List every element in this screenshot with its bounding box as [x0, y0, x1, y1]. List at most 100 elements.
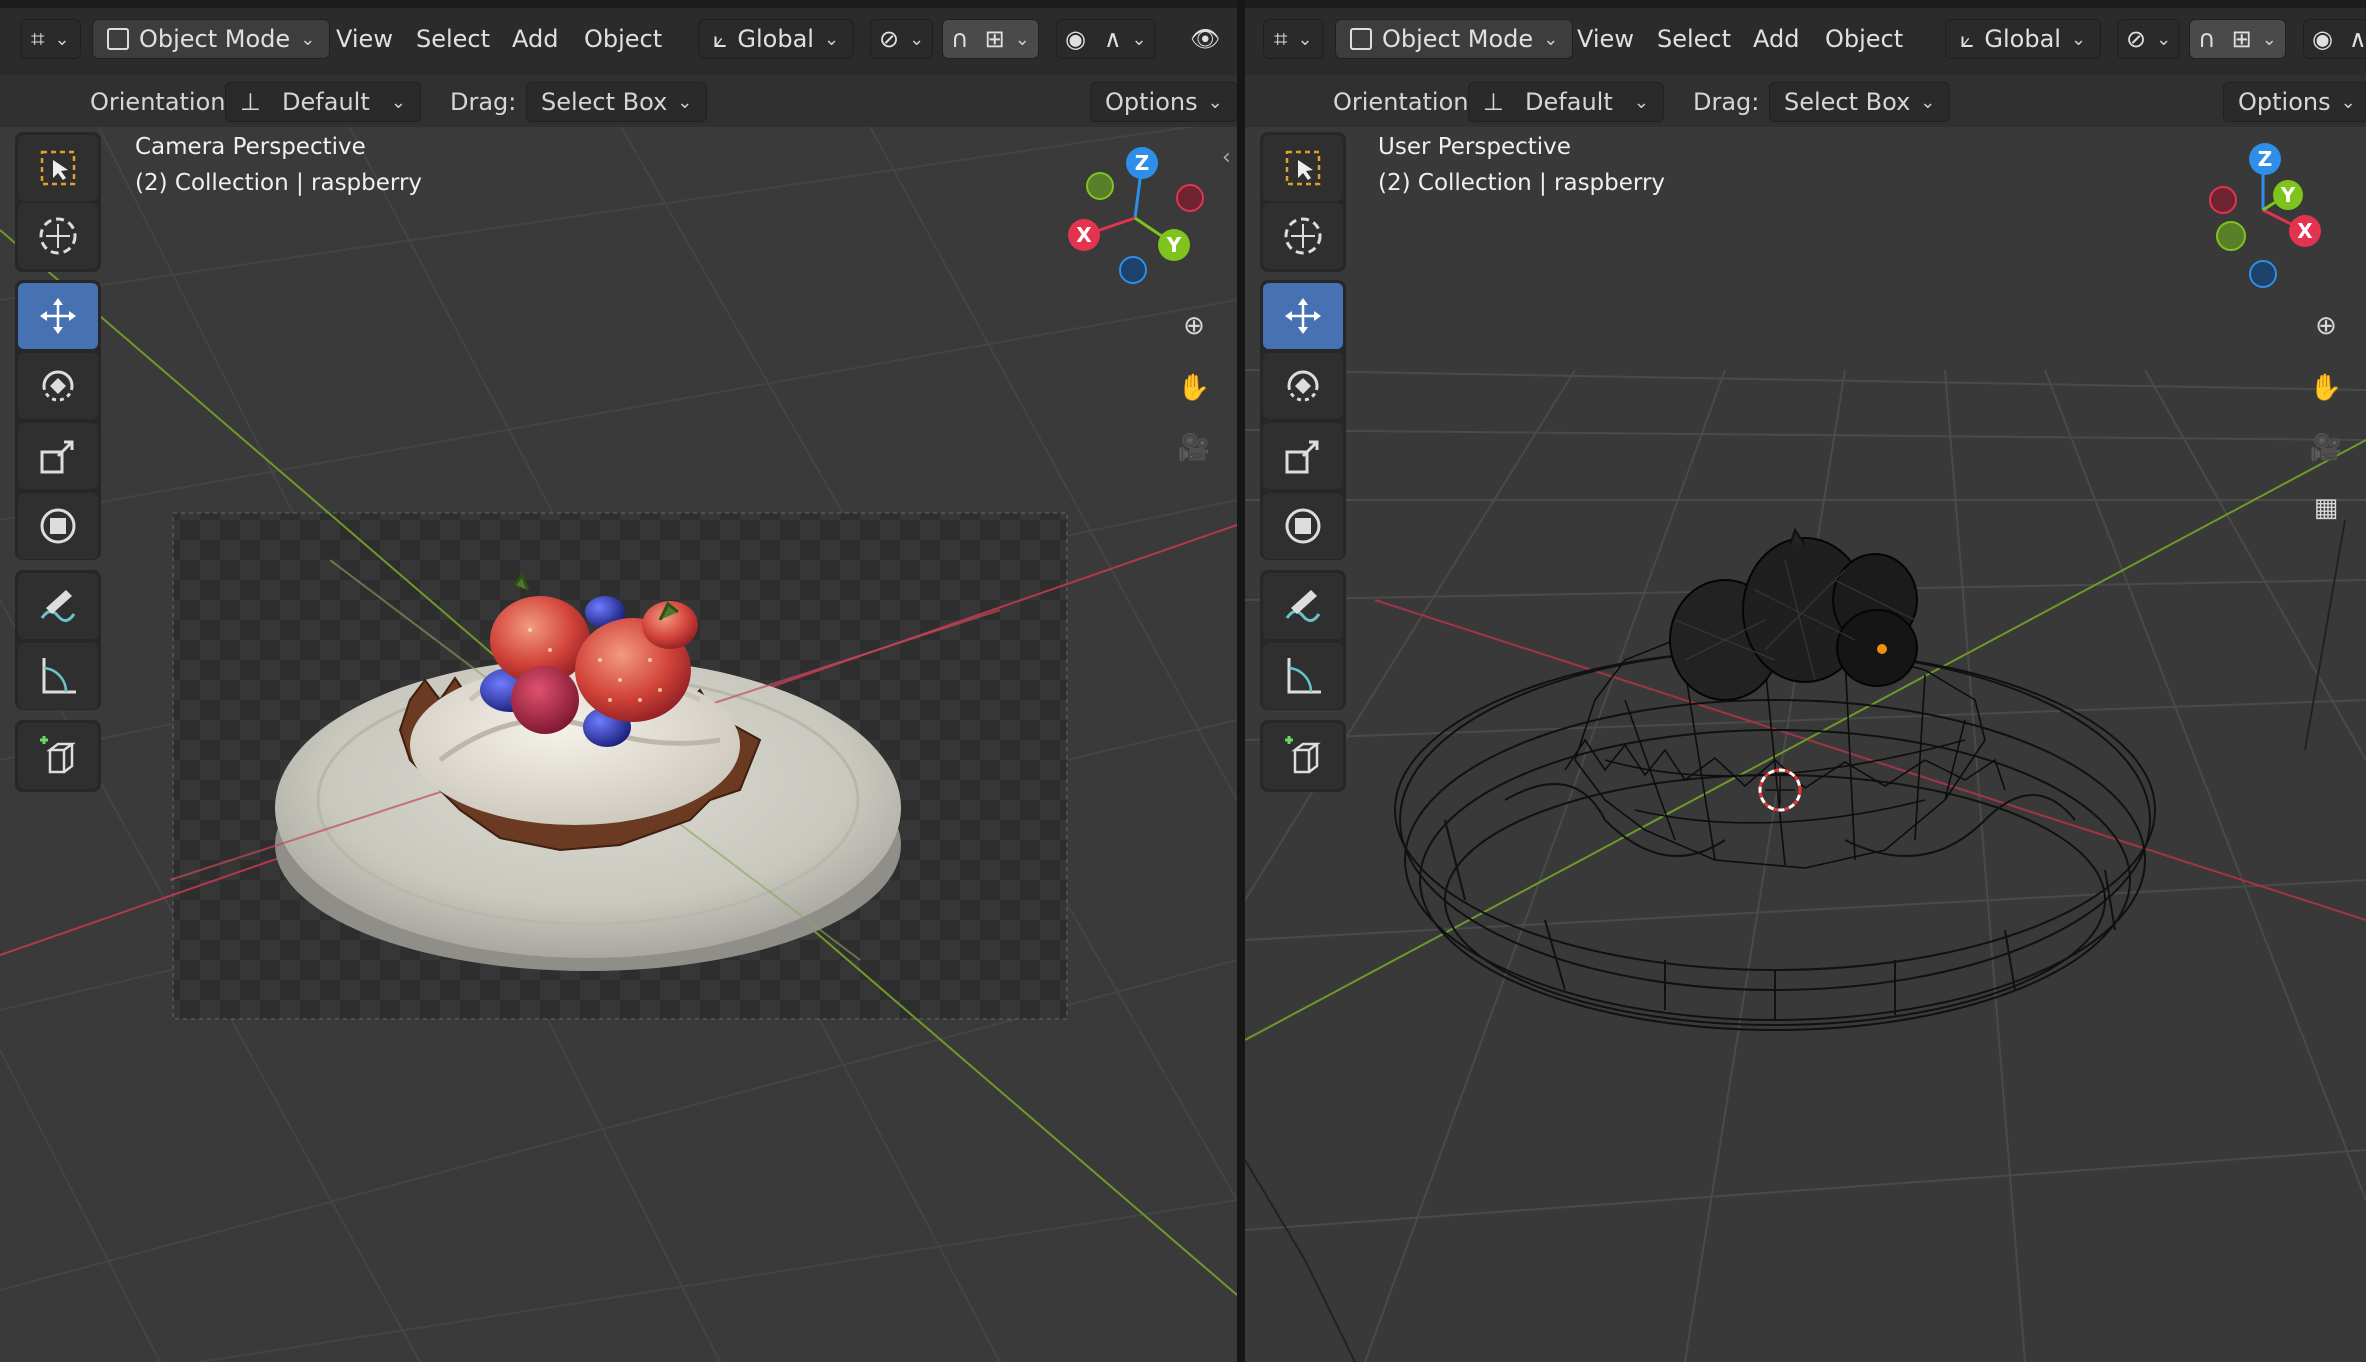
tool-annotate[interactable] [1263, 573, 1343, 639]
editor-type-button[interactable]: ⌗ ⌄ [1263, 18, 1324, 60]
chevron-down-icon: ⌄ [1131, 28, 1147, 50]
chevron-down-icon: ⌄ [1543, 28, 1559, 50]
menu-object[interactable]: Object [1815, 18, 1913, 60]
chevron-down-icon: ⌄ [1297, 28, 1313, 50]
tool-transform[interactable] [18, 493, 98, 559]
scene-left[interactable] [0, 0, 1237, 1362]
options-dropdown[interactable]: Options ⌄ [2223, 82, 2366, 122]
transform-orientation-dropdown[interactable]: ⟀ Global ⌄ [698, 18, 855, 60]
editor-type-button[interactable]: ⌗ ⌄ [20, 18, 81, 60]
tool-add-cube[interactable] [1263, 723, 1343, 789]
pivot-point-button[interactable]: ⊘ ⌄ [2117, 18, 2181, 60]
pan-button[interactable]: ✋ [2300, 362, 2352, 414]
tool-move[interactable] [1263, 283, 1343, 349]
tool-scale[interactable] [18, 423, 98, 489]
tool-add-cube[interactable] [18, 723, 98, 789]
annotate-icon [1285, 590, 1321, 622]
drag-label: Drag: [450, 88, 517, 116]
chevron-down-icon: ⌄ [677, 91, 693, 113]
editor-type-icon: ⌗ [1274, 25, 1288, 53]
pivot-icon: ⊘ [879, 25, 900, 53]
tool-move[interactable] [18, 283, 98, 349]
tool-measure[interactable] [18, 643, 98, 709]
menu-select[interactable]: Select [406, 18, 500, 60]
chevron-down-icon: ⌄ [1920, 91, 1936, 113]
orientation-dropdown[interactable]: ⊥ Default ⌄ [225, 82, 421, 122]
pivot-point-button[interactable]: ⊘ ⌄ [870, 18, 934, 60]
tool-rotate[interactable] [1263, 353, 1343, 419]
magnet-icon: ∩ [2198, 25, 2216, 53]
snap-button[interactable]: ∩ ⊞ ⌄ [2189, 18, 2286, 60]
chevron-down-icon: ⌄ [2070, 28, 2087, 50]
menu-view[interactable]: View [326, 18, 403, 60]
move-icon [1285, 298, 1321, 334]
grid-perspective-icon: ▦ [2313, 493, 2339, 523]
menu-add[interactable]: Add [1743, 18, 1809, 60]
mode-dropdown[interactable]: Object Mode ⌄ [1335, 18, 1574, 60]
tool-transform[interactable] [1263, 493, 1343, 559]
orientation-dropdown[interactable]: ⊥ Default ⌄ [1468, 82, 1664, 122]
camera-view-button[interactable]: 🎥 [1168, 422, 1220, 474]
tool-cursor[interactable] [1263, 203, 1343, 269]
gizmo-x-axis[interactable]: X [1068, 219, 1100, 251]
viewport-left[interactable]: ⌗ ⌄ Object Mode ⌄ View Select Add Object … [0, 0, 1237, 1362]
visibility-button[interactable]: 👁 [1190, 18, 1220, 60]
select-box-icon [1285, 150, 1321, 186]
tool-rotate[interactable] [18, 353, 98, 419]
object-mode-icon [107, 28, 129, 50]
pan-button[interactable]: ✋ [1168, 362, 1220, 414]
chevron-down-icon: ⌄ [390, 91, 406, 113]
drag-dropdown[interactable]: Select Box ⌄ [526, 82, 708, 122]
transform-orientation-label: Global [1984, 25, 2061, 53]
drag-dropdown[interactable]: Select Box ⌄ [1769, 82, 1951, 122]
chevron-down-icon: ⌄ [823, 28, 840, 50]
orientation-axis-icon: ⟀ [713, 25, 728, 53]
wireframe-plate[interactable] [1394, 649, 2156, 1031]
chevron-down-icon: ⌄ [2340, 91, 2356, 113]
proportional-edit-button[interactable]: ◉ ∧ [2303, 18, 2366, 60]
camera-view-button[interactable]: 🎥 [2300, 422, 2352, 474]
gizmo-y-axis[interactable]: Y [1158, 229, 1190, 261]
menu-object[interactable]: Object [574, 18, 672, 60]
snap-button[interactable]: ∩ ⊞ ⌄ [942, 18, 1039, 60]
view-name: User Perspective [1378, 134, 1571, 160]
orientation-value: Default [282, 88, 370, 116]
tool-select-box[interactable] [18, 135, 98, 201]
viewport-right[interactable]: ⌗ ⌄ Object Mode ⌄ View Select Add Object … [1245, 0, 2366, 1362]
scale-icon [1285, 440, 1319, 474]
tool-annotate[interactable] [18, 573, 98, 639]
mode-dropdown[interactable]: Object Mode ⌄ [92, 18, 331, 60]
gizmo-z-axis[interactable]: Z [1126, 147, 1158, 179]
snap-increment-icon: ⊞ [2231, 25, 2252, 53]
sidebar-toggle-icon[interactable]: ‹ [1222, 145, 1231, 170]
ortho-toggle-button[interactable]: ▦ [2300, 482, 2352, 534]
tool-scale[interactable] [1263, 423, 1343, 489]
transform-orientation-dropdown[interactable]: ⟀ Global ⌄ [1945, 18, 2102, 60]
menu-select[interactable]: Select [1647, 18, 1741, 60]
tool-select-box[interactable] [1263, 135, 1343, 201]
add-cube-icon [1285, 736, 1321, 774]
options-label: Options [1105, 88, 1198, 116]
eye-icon: 👁 [1190, 25, 1221, 53]
proportional-edit-button[interactable]: ◉ ∧ ⌄ [1056, 18, 1156, 60]
zoom-button[interactable]: ⊕ [2300, 300, 2352, 352]
chevron-down-icon: ⌄ [1633, 91, 1649, 113]
gizmo-y-axis[interactable]: Y [2273, 180, 2303, 210]
tool-measure[interactable] [1263, 643, 1343, 709]
orientation-label: Orientation: [1333, 88, 1477, 116]
transform-orientation-label: Global [737, 25, 814, 53]
orientation-icon: ⊥ [1483, 88, 1504, 116]
wireframe-berries[interactable] [1669, 527, 1918, 701]
zoom-button[interactable]: ⊕ [1168, 300, 1220, 352]
menu-add[interactable]: Add [502, 18, 568, 60]
options-dropdown[interactable]: Options ⌄ [1090, 82, 1237, 122]
menu-view[interactable]: View [1567, 18, 1644, 60]
tool-cursor[interactable] [18, 203, 98, 269]
gizmo-x-axis[interactable]: X [2289, 215, 2321, 247]
gizmo-z-axis[interactable]: Z [2249, 143, 2281, 175]
area-divider[interactable] [1237, 0, 1245, 1362]
mode-label: Object Mode [1382, 25, 1534, 53]
move-icon [40, 298, 76, 334]
zoom-icon: ⊕ [2315, 311, 2337, 341]
pivot-icon: ⊘ [2126, 25, 2147, 53]
